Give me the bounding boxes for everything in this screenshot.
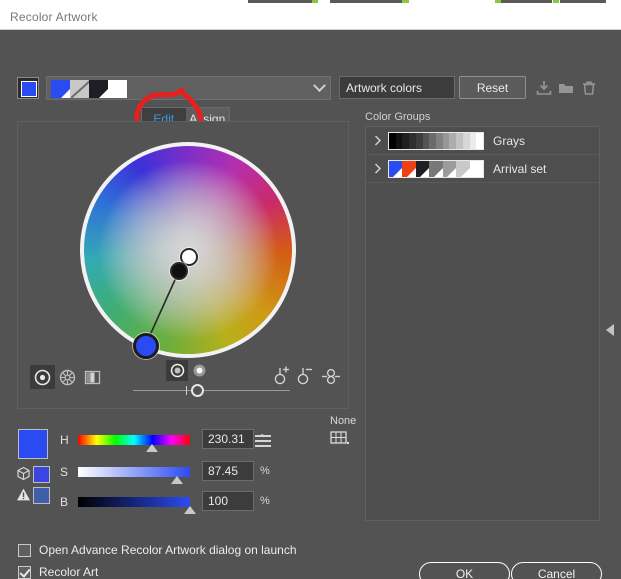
color-wheel-panel <box>17 121 349 409</box>
swatch-12[interactable] <box>469 132 477 149</box>
warning-triangle-icon[interactable] <box>16 487 31 502</box>
wheel-marker-base[interactable] <box>133 333 159 359</box>
saturation-slider-thumb[interactable] <box>171 476 183 484</box>
brightness-slider-track[interactable] <box>78 497 190 507</box>
ok-button[interactable]: OK <box>419 562 510 579</box>
wheel-display-mode-group <box>166 360 210 381</box>
link-harmony-icon <box>322 368 340 385</box>
brightness-value-field[interactable]: 100 <box>202 491 254 511</box>
display-saturation-brightness-icon[interactable] <box>166 360 188 381</box>
current-color-swatch[interactable] <box>17 77 39 99</box>
recolor-artwork-window: Recolor Artwork Edit Assign None H 230.3… <box>0 0 621 579</box>
swatch-1[interactable] <box>402 160 417 177</box>
color-grid-icon[interactable] <box>330 431 350 449</box>
brightness-slider-thumb[interactable] <box>184 506 196 514</box>
hue-value-field[interactable]: 230.31 <box>202 429 254 449</box>
saturation-unit: % <box>260 465 270 477</box>
open-advance-dialog-label: Open Advance Recolor Artwork dialog on l… <box>39 543 297 557</box>
color-groups-list: Grays Arrival set <box>365 126 600 521</box>
artwork-swatch-1[interactable] <box>70 80 89 98</box>
save-to-library-icon[interactable] <box>535 79 553 97</box>
swatch-4[interactable] <box>415 132 423 149</box>
swatch-6[interactable] <box>429 132 437 149</box>
dialog-body: Edit Assign None H 230.31 ° S 87.45 % B … <box>0 31 621 579</box>
open-advance-dialog-checkbox[interactable] <box>18 543 31 557</box>
gamut-alternate-swatch[interactable] <box>33 487 50 504</box>
color-group-name-field[interactable]: Artwork colors <box>339 76 455 99</box>
delete-icon[interactable] <box>580 79 598 97</box>
swatch-8[interactable] <box>442 132 450 149</box>
color-group-swatches-arrival-set[interactable] <box>388 159 484 178</box>
swatch-5[interactable] <box>422 132 430 149</box>
wheel-marker-black[interactable] <box>170 262 188 280</box>
swatch-0[interactable] <box>389 132 396 149</box>
color-group-row-grays[interactable]: Grays <box>366 127 599 155</box>
swatch-4[interactable] <box>442 160 457 177</box>
saturation-label: S <box>60 465 69 479</box>
none-label: None <box>330 415 357 427</box>
color-wheel[interactable] <box>80 142 296 359</box>
chevron-right-icon[interactable] <box>366 135 388 146</box>
swatch-2[interactable] <box>415 160 430 177</box>
color-cube-icon[interactable] <box>16 466 31 481</box>
slider-track <box>133 390 290 391</box>
cancel-button[interactable]: Cancel <box>511 562 602 579</box>
recolor-art-checkbox[interactable] <box>18 565 31 579</box>
swatch-13[interactable] <box>476 132 484 149</box>
swatch-0[interactable] <box>389 160 403 177</box>
color-preview-swatch[interactable] <box>18 429 48 459</box>
smooth-color-wheel-icon[interactable] <box>30 365 55 389</box>
chevron-right-icon[interactable] <box>366 163 388 174</box>
artwork-swatch-0[interactable] <box>51 80 70 98</box>
saturation-value-field[interactable]: 87.45 <box>202 461 254 481</box>
color-group-swatches-grays[interactable] <box>388 131 484 150</box>
color-group-name-grays: Grays <box>493 133 526 148</box>
title-bar: Recolor Artwork <box>0 5 621 30</box>
segmented-color-wheel-icon[interactable] <box>55 365 80 389</box>
swatch-9[interactable] <box>449 132 457 149</box>
hue-slider-track[interactable] <box>78 435 190 445</box>
color-group-row-arrival-set[interactable]: Arrival set <box>366 155 599 183</box>
swatch-7[interactable] <box>436 132 443 149</box>
swatch-3[interactable] <box>429 160 444 177</box>
color-groups-label: Color Groups <box>365 111 431 123</box>
swatch-10[interactable] <box>456 132 463 149</box>
hue-label: H <box>60 433 69 447</box>
new-folder-icon[interactable] <box>557 79 575 97</box>
hamburger-menu-icon[interactable] <box>255 435 271 447</box>
slider-center-tick <box>186 386 187 395</box>
collapse-panel-left-icon[interactable] <box>603 321 617 339</box>
recolor-art-label: Recolor Art <box>39 565 99 579</box>
swatch-6[interactable] <box>469 160 484 177</box>
hue-slider-thumb[interactable] <box>146 444 158 452</box>
color-bars-icon[interactable] <box>80 365 105 389</box>
out-of-web-gamut-row <box>16 487 50 505</box>
artwork-colors-strip[interactable] <box>46 76 331 100</box>
wheel-brightness-slider[interactable] <box>133 384 290 398</box>
display-hue-only-icon[interactable] <box>188 360 210 381</box>
open-advance-dialog-row[interactable]: Open Advance Recolor Artwork dialog on l… <box>18 543 297 557</box>
out-of-gamut-row <box>16 466 50 484</box>
add-color-icon <box>274 366 289 385</box>
swatch-3[interactable] <box>409 132 416 149</box>
color-stop-tools <box>274 366 340 385</box>
color-group-name-arrival-set: Arrival set <box>493 161 547 176</box>
swatch-2[interactable] <box>402 132 410 149</box>
window-title: Recolor Artwork <box>10 10 98 24</box>
swatch-1[interactable] <box>395 132 403 149</box>
artwork-swatch-3[interactable] <box>108 80 127 98</box>
swatch-11[interactable] <box>462 132 470 149</box>
wheel-view-mode-group <box>30 365 106 389</box>
brightness-label: B <box>60 495 69 509</box>
recolor-art-row[interactable]: Recolor Art <box>18 565 98 579</box>
web-safe-swatch[interactable] <box>33 466 50 483</box>
remove-color-icon <box>297 368 312 385</box>
brightness-unit: % <box>260 495 270 507</box>
swatch-5[interactable] <box>456 160 470 177</box>
artwork-swatch-2[interactable] <box>89 80 108 98</box>
reset-button[interactable]: Reset <box>459 76 526 99</box>
slider-knob[interactable] <box>191 384 204 397</box>
chevron-down-icon[interactable] <box>308 76 331 100</box>
